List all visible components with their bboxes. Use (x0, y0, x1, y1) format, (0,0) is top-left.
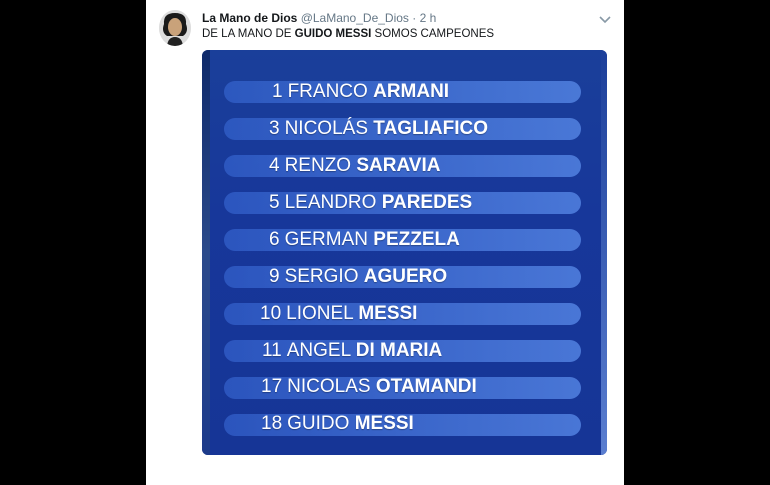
player-first-name: SERGIO (284, 266, 359, 287)
tweet-header: La Mano de Dios @LaMano_De_Dios · 2 h (202, 10, 614, 26)
chevron-down-icon[interactable] (598, 12, 612, 24)
player-number: 4 (269, 155, 280, 176)
tweet-text-before: DE LA MANO DE (202, 28, 295, 40)
tweet-text-bold: GUIDO MESSI (294, 28, 372, 40)
lineup-row: 4 RENZO SARAVIA (202, 151, 607, 181)
player-surname: MESSI (358, 303, 418, 324)
player-surname: AGUERO (363, 266, 448, 287)
player-first-name: LIONEL (286, 303, 354, 324)
player-first-name: GERMAN (284, 229, 368, 250)
player-surname: OTAMANDI (375, 376, 477, 397)
player-first-name: LEANDRO (284, 192, 377, 213)
lineup-row: 9 SERGIO AGUERO (202, 262, 607, 292)
lineup-row: 6 GERMAN PEZZELA (202, 225, 607, 255)
player-surname: SARAVIA (356, 155, 441, 176)
player-surname: PEZZELA (373, 229, 460, 250)
timestamp[interactable]: 2 h (420, 11, 437, 25)
player-number: 10 (260, 303, 282, 324)
tweet-media-image[interactable]: 1 FRANCO ARMANI 3 NICOLÁS TAGLIAFICO 4 RENZ… (202, 50, 607, 455)
player-surname: PAREDES (381, 192, 473, 213)
player-number: 3 (269, 118, 280, 139)
player-first-name: FRANCO (287, 81, 368, 102)
player-first-name: NICOLAS (287, 376, 371, 397)
player-number: 9 (269, 266, 280, 287)
player-number: 18 (261, 413, 283, 434)
avatar-portrait-icon (159, 10, 191, 46)
player-number: 11 (262, 340, 282, 361)
lineup-row: 11 ANGEL DI MARIA (202, 336, 607, 366)
player-first-name: RENZO (284, 155, 352, 176)
player-first-name: NICOLÁS (284, 118, 368, 139)
player-first-name: ANGEL (286, 340, 351, 361)
lineup-row: 3 NICOLÁS TAGLIAFICO (202, 114, 607, 144)
lineup-row: 18 GUIDO MESSI (202, 409, 607, 439)
tweet-text: DE LA MANO DE GUIDO MESSI SOMOS CAMPEONE… (202, 27, 494, 41)
player-number: 6 (269, 229, 280, 250)
player-number: 17 (261, 376, 283, 397)
lineup-row: 17 NICOLAS OTAMANDI (202, 372, 607, 402)
author-name[interactable]: La Mano de Dios (202, 11, 297, 25)
lineup-row: 10 LIONEL MESSI (202, 299, 607, 329)
lineup-row: 5 LEANDRO PAREDES (202, 188, 607, 218)
player-surname: DI MARIA (355, 340, 443, 361)
player-first-name: GUIDO (287, 413, 350, 434)
avatar[interactable] (159, 10, 191, 46)
player-surname: ARMANI (373, 81, 450, 102)
player-surname: TAGLIAFICO (373, 118, 488, 139)
player-surname: MESSI (354, 413, 414, 434)
tweet-card[interactable]: La Mano de Dios @LaMano_De_Dios · 2 h DE… (146, 0, 624, 485)
tweet-text-after: SOMOS CAMPEONES (371, 28, 495, 40)
separator-dot: · (412, 11, 417, 25)
player-number: 1 (272, 81, 283, 102)
author-handle[interactable]: @LaMano_De_Dios (301, 11, 409, 25)
player-number: 5 (269, 192, 280, 213)
lineup-row: 1 FRANCO ARMANI (202, 77, 607, 107)
